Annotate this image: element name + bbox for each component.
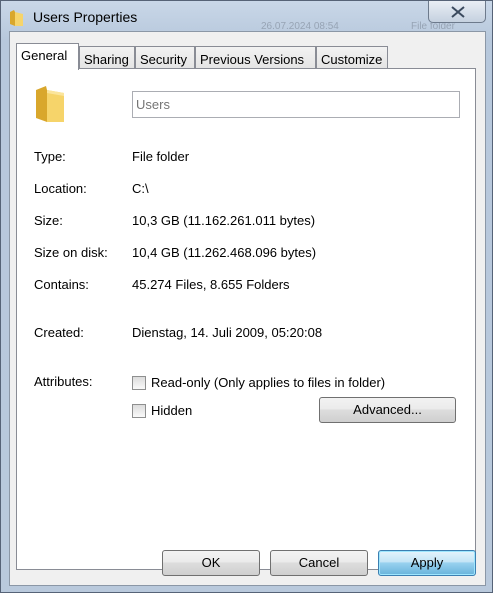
- size-on-disk-value: 10,4 GB (11.262.468.096 bytes): [132, 245, 317, 260]
- created-value: Dienstag, 14. Juli 2009, 05:20:08: [132, 325, 323, 340]
- tab-sharing[interactable]: Sharing: [79, 46, 135, 70]
- location-label: Location:: [34, 181, 87, 196]
- dialog-client-area: General Sharing Security Previous Versio…: [9, 31, 486, 586]
- ok-button[interactable]: OK: [162, 550, 260, 576]
- separator: [34, 131, 459, 132]
- properties-dialog: 26.07.2024 08:54 File folder Users Prope…: [0, 0, 493, 593]
- folder-title-icon: [9, 9, 25, 27]
- tab-previous-versions[interactable]: Previous Versions: [195, 46, 316, 70]
- readonly-label[interactable]: Read-only (Only applies to files in fold…: [151, 375, 385, 390]
- cancel-button[interactable]: Cancel: [270, 550, 368, 576]
- separator: [34, 308, 459, 309]
- folder-icon: [34, 84, 68, 127]
- advanced-button[interactable]: Advanced...: [319, 397, 456, 423]
- tab-general[interactable]: General: [16, 43, 79, 70]
- size-value: 10,3 GB (11.162.261.011 bytes): [132, 213, 316, 228]
- location-value: C:\: [132, 181, 149, 196]
- folder-name-input[interactable]: [132, 91, 460, 118]
- separator: [34, 356, 459, 357]
- size-label: Size:: [34, 213, 63, 228]
- general-tab-panel: [16, 68, 476, 570]
- window-title: Users Properties: [33, 9, 138, 25]
- close-button[interactable]: [428, 1, 486, 23]
- created-label: Created:: [34, 325, 84, 340]
- close-icon: [451, 6, 465, 18]
- tab-security[interactable]: Security: [135, 46, 195, 70]
- type-label: Type:: [34, 149, 66, 164]
- readonly-checkbox[interactable]: [132, 376, 146, 390]
- contains-value: 45.274 Files, 8.655 Folders: [132, 277, 290, 292]
- hidden-label[interactable]: Hidden: [151, 403, 192, 418]
- size-on-disk-label: Size on disk:: [34, 245, 108, 260]
- contains-label: Contains:: [34, 277, 89, 292]
- tab-customize[interactable]: Customize: [316, 46, 388, 70]
- type-value: File folder: [132, 149, 190, 164]
- hidden-checkbox[interactable]: [132, 404, 146, 418]
- apply-button[interactable]: Apply: [378, 550, 476, 576]
- attributes-label: Attributes:: [34, 374, 93, 389]
